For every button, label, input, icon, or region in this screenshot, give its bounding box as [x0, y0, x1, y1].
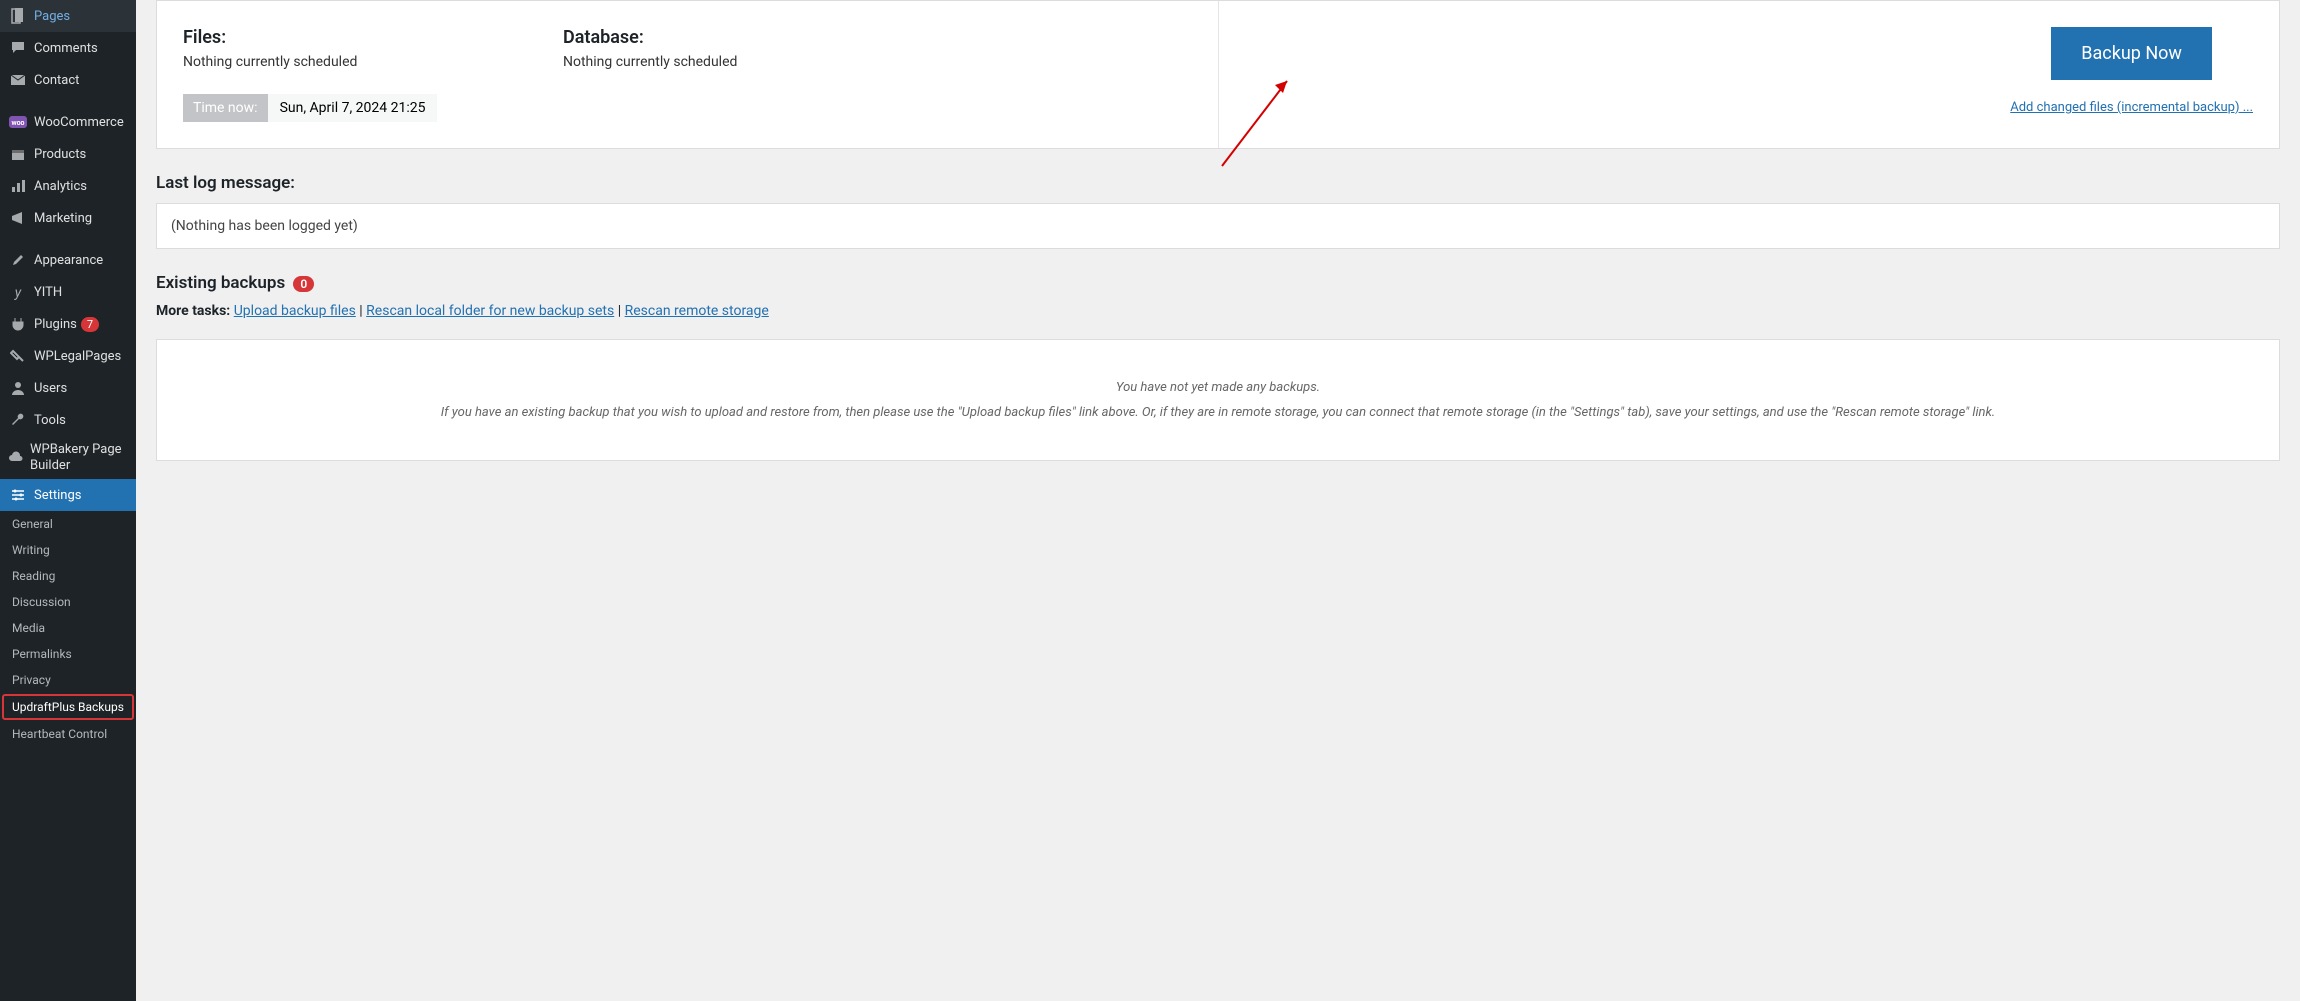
sidebar-sub-writing[interactable]: Writing [0, 537, 136, 563]
sidebar-item-label: Contact [34, 73, 79, 88]
files-heading: Files: [183, 27, 503, 48]
backup-now-button[interactable]: Backup Now [2051, 27, 2212, 80]
svg-text:woo: woo [11, 119, 24, 127]
sidebar-item-label: Comments [34, 41, 98, 56]
log-heading: Last log message: [156, 173, 2280, 193]
log-message-box: (Nothing has been logged yet) [156, 203, 2280, 249]
rescan-local-link[interactable]: Rescan local folder for new backup sets [366, 303, 614, 319]
sidebar-item-label: Plugins [34, 317, 77, 332]
vertical-divider [1218, 1, 1219, 148]
sidebar-item-label: Pages [34, 9, 70, 24]
products-icon [8, 144, 28, 164]
sidebar-item-label: Analytics [34, 179, 87, 194]
sidebar-item-label: Products [34, 147, 86, 162]
schedule-panel: Files: Nothing currently scheduled Time … [156, 0, 2280, 149]
cloud-icon [8, 448, 24, 468]
database-status: Nothing currently scheduled [563, 54, 1950, 70]
sidebar-sub-privacy[interactable]: Privacy [0, 667, 136, 693]
sidebar-item-yith[interactable]: y YITH [0, 276, 136, 308]
empty-line1: You have not yet made any backups. [169, 380, 2267, 395]
sidebar-item-label: YITH [34, 285, 62, 300]
sidebar-sub-updraftplus-backups[interactable]: UpdraftPlus Backups [2, 694, 134, 720]
sidebar-item-wpbakery[interactable]: WPBakery Page Builder [0, 436, 136, 479]
wrench-icon [8, 410, 28, 430]
admin-sidebar: Pages Comments Contact woo WooCommerce P… [0, 0, 136, 1001]
gavel-icon [8, 346, 28, 366]
time-now-value: Sun, April 7, 2024 21:25 [268, 94, 438, 122]
incremental-backup-link[interactable]: Add changed files (incremental backup) .… [2010, 100, 2253, 115]
active-pointer-icon [136, 487, 144, 503]
sidebar-item-tools[interactable]: Tools [0, 404, 136, 436]
sidebar-item-products[interactable]: Products [0, 138, 136, 170]
sidebar-item-label: WPBakery Page Builder [30, 442, 128, 473]
sidebar-item-woocommerce[interactable]: woo WooCommerce [0, 106, 136, 138]
sidebar-item-label: Users [34, 381, 67, 396]
megaphone-icon [8, 208, 28, 228]
existing-backups-heading: Existing backups 0 [156, 273, 2280, 293]
sidebar-sub-general[interactable]: General [0, 511, 136, 537]
sidebar-item-label: Settings [34, 488, 81, 503]
upload-backup-files-link[interactable]: Upload backup files [234, 303, 356, 319]
sidebar-sub-reading[interactable]: Reading [0, 563, 136, 589]
rescan-remote-link[interactable]: Rescan remote storage [625, 303, 769, 319]
sidebar-sub-discussion[interactable]: Discussion [0, 589, 136, 615]
more-tasks-label: More tasks: [156, 303, 230, 319]
sidebar-item-comments[interactable]: Comments [0, 32, 136, 64]
sidebar-item-analytics[interactable]: Analytics [0, 170, 136, 202]
bar-chart-icon [8, 176, 28, 196]
existing-backups-label: Existing backups [156, 273, 285, 293]
yith-icon: y [8, 282, 28, 302]
sidebar-item-users[interactable]: Users [0, 372, 136, 404]
sidebar-item-marketing[interactable]: Marketing [0, 202, 136, 234]
more-tasks: More tasks: Upload backup files | Rescan… [156, 303, 2280, 319]
comment-icon [8, 38, 28, 58]
brush-icon [8, 250, 28, 270]
time-now-label: Time now: [183, 94, 268, 122]
envelope-icon [8, 70, 28, 90]
database-heading: Database: [563, 27, 1950, 48]
sidebar-item-contact[interactable]: Contact [0, 64, 136, 96]
user-icon [8, 378, 28, 398]
sidebar-sub-heartbeat[interactable]: Heartbeat Control [0, 721, 136, 747]
sidebar-item-settings[interactable]: Settings [0, 479, 136, 511]
plug-icon [8, 314, 28, 334]
woocommerce-icon: woo [8, 112, 28, 132]
empty-backups-box: You have not yet made any backups. If yo… [156, 339, 2280, 461]
sidebar-sub-permalinks[interactable]: Permalinks [0, 641, 136, 667]
sidebar-sub-media[interactable]: Media [0, 615, 136, 641]
sidebar-item-plugins[interactable]: Plugins 7 [0, 308, 136, 340]
sidebar-item-label: Tools [34, 413, 66, 428]
page-icon [8, 6, 28, 26]
sidebar-item-label: Marketing [34, 211, 92, 226]
time-now-bar: Time now: Sun, April 7, 2024 21:25 [183, 94, 503, 122]
plugin-update-badge: 7 [81, 317, 99, 332]
files-status: Nothing currently scheduled [183, 54, 503, 70]
sidebar-item-pages[interactable]: Pages [0, 0, 136, 32]
empty-line2: If you have an existing backup that you … [169, 405, 2267, 420]
sidebar-item-appearance[interactable]: Appearance [0, 244, 136, 276]
sliders-icon [8, 485, 28, 505]
svg-text:y: y [14, 285, 22, 300]
content-area: Files: Nothing currently scheduled Time … [136, 0, 2300, 481]
sidebar-item-label: WooCommerce [34, 115, 124, 130]
sidebar-item-label: WPLegalPages [34, 349, 121, 364]
sidebar-item-wplegalpages[interactable]: WPLegalPages [0, 340, 136, 372]
sidebar-item-label: Appearance [34, 253, 103, 268]
existing-backups-count: 0 [293, 276, 314, 292]
